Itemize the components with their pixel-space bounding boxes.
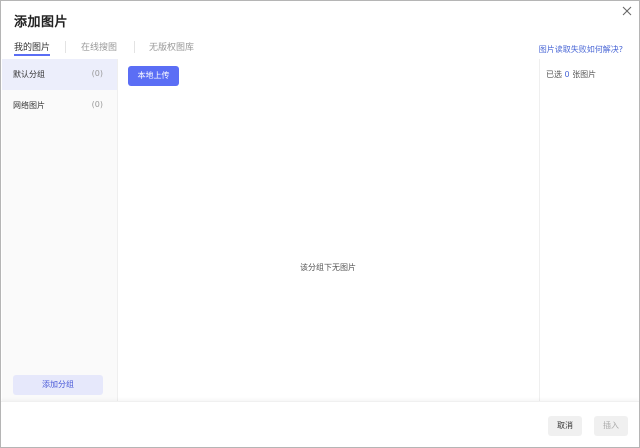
selected-count-info: 已选 0 张图片 bbox=[546, 69, 596, 80]
selected-count: 0 bbox=[564, 70, 570, 79]
add-image-dialog: 添加图片 我的图片 在线搜图 无版权图库 图片读取失败如何解决? 默认分组 (0… bbox=[0, 0, 640, 448]
local-upload-button[interactable]: 本地上传 bbox=[128, 66, 179, 86]
close-icon[interactable] bbox=[620, 3, 634, 17]
empty-state-text: 该分组下无图片 bbox=[300, 263, 356, 272]
tab-divider bbox=[134, 41, 135, 53]
tab-copyright-free-library[interactable]: 无版权图库 bbox=[149, 40, 194, 53]
selected-prefix: 已选 bbox=[546, 70, 562, 79]
cancel-button[interactable]: 取消 bbox=[548, 416, 582, 436]
image-content-area: 本地上传 该分组下无图片 bbox=[118, 59, 538, 401]
image-load-help-link[interactable]: 图片读取失败如何解决? bbox=[539, 44, 623, 55]
group-label: 默认分组 bbox=[13, 70, 45, 79]
selection-panel: 已选 0 张图片 bbox=[539, 59, 639, 401]
tab-online-search[interactable]: 在线搜图 bbox=[81, 40, 117, 53]
group-sidebar: 默认分组 (0) 网络图片 (0) 添加分组 bbox=[2, 59, 118, 401]
group-count: (0) bbox=[91, 100, 103, 109]
group-item-default[interactable]: 默认分组 (0) bbox=[2, 59, 117, 90]
dialog-title: 添加图片 bbox=[14, 15, 69, 30]
tab-my-images[interactable]: 我的图片 bbox=[14, 40, 50, 53]
active-tab-indicator bbox=[14, 54, 50, 56]
dialog-footer: 取消 插入 bbox=[1, 401, 639, 447]
tab-bar: 我的图片 在线搜图 无版权图库 图片读取失败如何解决? bbox=[1, 37, 639, 59]
insert-button[interactable]: 插入 bbox=[594, 416, 628, 436]
group-item-web-images[interactable]: 网络图片 (0) bbox=[2, 90, 117, 121]
group-label: 网络图片 bbox=[13, 101, 45, 110]
add-group-button[interactable]: 添加分组 bbox=[13, 375, 103, 395]
tab-divider bbox=[65, 41, 66, 53]
group-count: (0) bbox=[91, 69, 103, 78]
selected-suffix: 张图片 bbox=[572, 70, 597, 79]
